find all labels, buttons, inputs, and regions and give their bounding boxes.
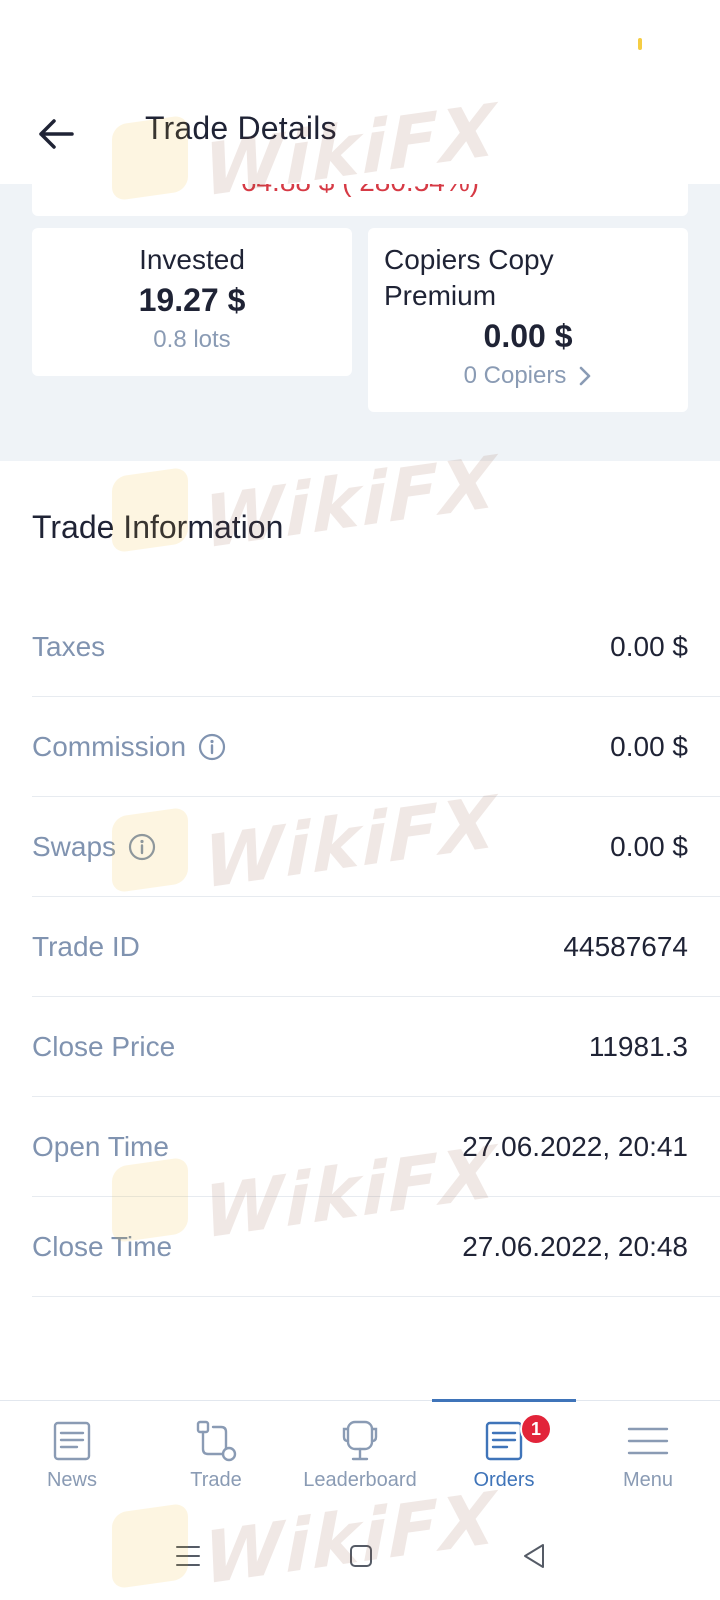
bottom-tab-bar: News Trade Leaderboard 1 Orders Menu xyxy=(0,1399,720,1511)
info-row-close-time: Close Time 27.06.2022, 20:48 xyxy=(32,1197,720,1297)
copiers-count: 0 Copiers xyxy=(463,362,567,389)
app-header: Trade Details xyxy=(0,90,720,184)
trade-summary: 64.88 $ ( 280.54%) Invested 19.27 $ 0.8 … xyxy=(0,184,720,461)
invested-lots: 0.8 lots xyxy=(153,326,231,353)
tab-orders[interactable]: 1 Orders xyxy=(432,1399,576,1511)
info-row-taxes: Taxes 0.00 $ xyxy=(32,597,720,697)
info-row-trade-id: Trade ID 44587674 xyxy=(32,897,720,997)
arrow-left-icon xyxy=(39,119,74,149)
tab-trade[interactable]: Trade xyxy=(144,1401,288,1511)
copiers-link[interactable]: 0 Copiers xyxy=(368,358,688,394)
tab-label: Orders xyxy=(473,1469,535,1491)
system-nav-bar xyxy=(0,1510,720,1600)
tab-label: Trade xyxy=(190,1469,242,1491)
tab-news[interactable]: News xyxy=(0,1401,144,1511)
section-title: Trade Information xyxy=(32,509,284,545)
row-label: Close Price xyxy=(32,1030,176,1062)
row-label: Swaps xyxy=(32,830,117,862)
triangle-back-icon xyxy=(524,1544,544,1568)
back-nav-button[interactable] xyxy=(510,1532,558,1580)
trade-info-list: Taxes 0.00 $ Commission 0.00 $ Swaps 0.0… xyxy=(32,597,720,1297)
menu-icon xyxy=(627,1427,669,1455)
copy-premium-label: Copiers Copy Premium xyxy=(384,244,554,311)
copy-premium-value: 0.00 $ xyxy=(483,318,573,354)
back-button[interactable] xyxy=(28,106,84,162)
info-row-close-price: Close Price 11981.3 xyxy=(32,997,720,1097)
page-title: Trade Details xyxy=(145,110,337,146)
info-row-open-time: Open Time 27.06.2022, 20:41 xyxy=(32,1097,720,1197)
invested-value: 19.27 $ xyxy=(138,282,246,318)
recent-apps-button[interactable] xyxy=(164,1532,212,1580)
home-button[interactable] xyxy=(337,1532,385,1580)
tab-label: Leaderboard xyxy=(303,1469,417,1491)
row-label: Close Time xyxy=(32,1230,173,1262)
info-row-swaps: Swaps 0.00 $ xyxy=(32,797,720,897)
row-value: 27.06.2022, 20:41 xyxy=(462,1130,688,1162)
recent-apps-icon xyxy=(176,1546,200,1566)
row-label: Trade ID xyxy=(32,930,140,962)
row-value: 0.00 $ xyxy=(610,730,688,762)
invested-card: Invested 19.27 $ 0.8 lots xyxy=(32,228,352,376)
row-value: 11981.3 xyxy=(588,1030,688,1062)
tab-label: Menu xyxy=(622,1469,674,1491)
status-bar xyxy=(0,0,720,90)
row-value: 0.00 $ xyxy=(610,830,688,862)
status-indicator xyxy=(638,38,642,50)
row-value: 0.00 $ xyxy=(610,630,688,662)
invested-label: Invested xyxy=(139,244,245,275)
trade-icon xyxy=(196,1420,237,1462)
row-label: Open Time xyxy=(32,1130,169,1162)
info-row-commission: Commission 0.00 $ xyxy=(32,697,720,797)
info-icon[interactable] xyxy=(128,833,156,861)
tab-menu[interactable]: Menu xyxy=(576,1401,720,1511)
info-icon[interactable] xyxy=(198,733,226,761)
row-value: 44587674 xyxy=(563,930,688,962)
orders-badge: 1 xyxy=(520,1413,552,1445)
copy-premium-card: Copiers Copy Premium 0.00 $ 0 Copiers xyxy=(368,228,688,412)
pnl-value: 64.88 $ ( 280.54%) xyxy=(32,184,688,198)
tab-label: News xyxy=(46,1469,97,1491)
row-label: Taxes xyxy=(32,630,106,662)
pnl-card: 64.88 $ ( 280.54%) xyxy=(32,184,688,216)
chevron-right-icon xyxy=(580,366,591,386)
leaderboard-icon xyxy=(342,1420,378,1461)
tab-leaderboard[interactable]: Leaderboard xyxy=(288,1401,432,1511)
active-tab-indicator xyxy=(432,1399,576,1402)
row-label: Commission xyxy=(32,730,187,762)
news-icon xyxy=(53,1421,91,1461)
home-icon xyxy=(350,1545,372,1567)
row-value: 27.06.2022, 20:48 xyxy=(462,1230,688,1262)
